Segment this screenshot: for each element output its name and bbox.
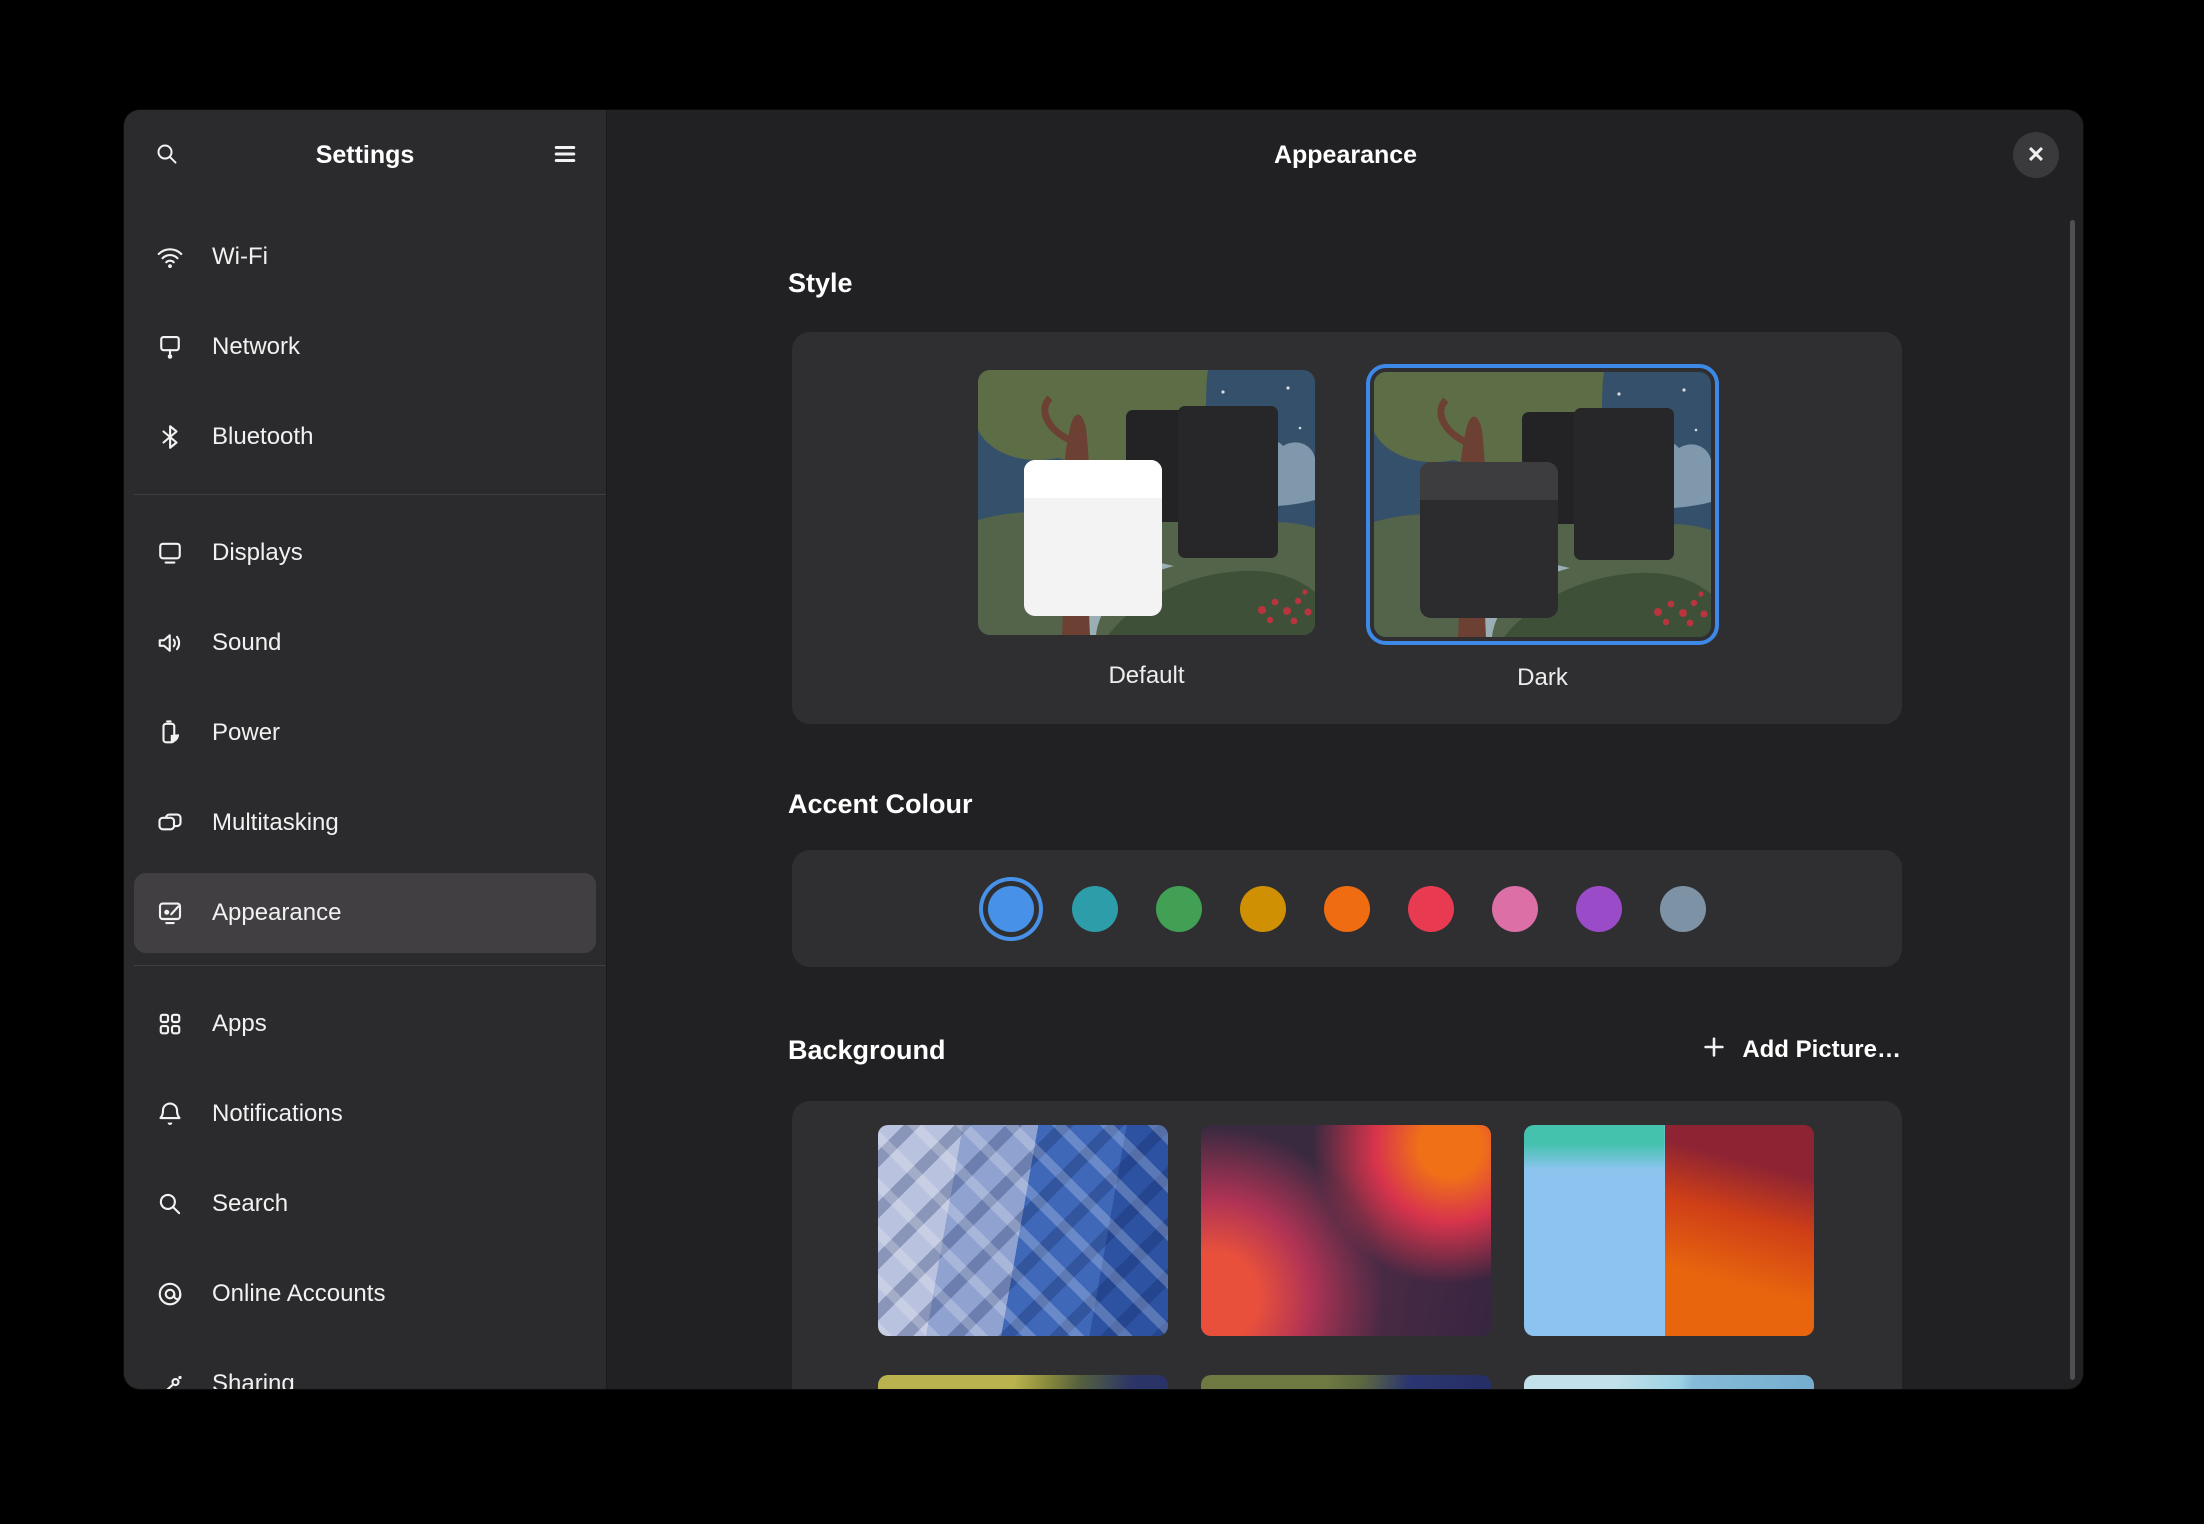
multitasking-icon — [154, 807, 186, 839]
add-picture-button[interactable]: Add Picture… — [1700, 1027, 1901, 1073]
sidebar-item-label: Apps — [212, 1010, 267, 1038]
sound-icon — [154, 627, 186, 659]
accent-color-slate[interactable] — [1660, 886, 1706, 932]
main-panel: Appearance ✕ Style Default Dark Accent Co… — [608, 110, 2083, 1389]
sidebar-item-label: Wi-Fi — [212, 243, 268, 271]
sidebar-item-online-accounts[interactable]: Online Accounts — [134, 1249, 596, 1339]
bluetooth-icon — [154, 421, 186, 453]
style-preview-dark — [1374, 372, 1711, 637]
search-icon — [154, 1188, 186, 1220]
accent-color-purple[interactable] — [1576, 886, 1622, 932]
page-title: Appearance — [608, 110, 2083, 200]
sidebar-item-sound[interactable]: Sound — [134, 598, 596, 688]
hamburger-menu-icon — [551, 140, 579, 171]
background-card — [792, 1101, 1902, 1389]
sidebar-item-label: Power — [212, 719, 280, 747]
sidebar-item-notifications[interactable]: Notifications — [134, 1069, 596, 1159]
sidebar-item-label: Displays — [212, 539, 303, 567]
accent-color-pink[interactable] — [1492, 886, 1538, 932]
appearance-icon — [154, 897, 186, 929]
power-icon — [154, 717, 186, 749]
wallpaper-row-2 — [878, 1375, 1814, 1389]
sidebar-item-label: Sharing — [212, 1370, 295, 1389]
sidebar-separator — [134, 965, 606, 966]
wallpaper-night-sparks[interactable] — [1201, 1375, 1491, 1389]
sidebar-item-label: Sound — [212, 629, 281, 657]
wifi-icon — [154, 241, 186, 273]
apps-icon — [154, 1008, 186, 1040]
notifications-icon — [154, 1098, 186, 1130]
accent-color-green[interactable] — [1156, 886, 1202, 932]
plus-icon — [1700, 1033, 1728, 1068]
sidebar-item-label: Network — [212, 333, 300, 361]
sidebar-header: Settings — [124, 110, 606, 200]
network-icon — [154, 331, 186, 363]
wallpaper-row-1 — [878, 1125, 1814, 1336]
add-picture-label: Add Picture… — [1742, 1036, 1901, 1064]
sidebar-item-appearance[interactable]: Appearance — [134, 873, 596, 953]
main-menu-button[interactable] — [542, 132, 588, 178]
style-heading: Style — [788, 267, 853, 299]
sidebar-item-sharing[interactable]: Sharing — [134, 1339, 596, 1389]
style-card: Default Dark — [792, 332, 1902, 724]
online-accounts-icon — [154, 1278, 186, 1310]
sidebar-item-label: Multitasking — [212, 809, 339, 837]
sidebar-item-power[interactable]: Power — [134, 688, 596, 778]
appearance-content: Style Default Dark Accent Colour Backgrou… — [608, 200, 2083, 1389]
accent-color-red[interactable] — [1408, 886, 1454, 932]
sidebar-item-bluetooth[interactable]: Bluetooth — [134, 392, 596, 482]
sidebar-item-label: Online Accounts — [212, 1280, 385, 1308]
style-option-dark[interactable]: Dark — [1374, 372, 1711, 693]
sidebar: Settings Wi-Fi Network Bluetooth Displays So… — [124, 110, 607, 1389]
accent-color-blue[interactable] — [988, 886, 1034, 932]
sidebar-item-multitasking[interactable]: Multitasking — [134, 778, 596, 868]
wallpaper-olive-field[interactable] — [878, 1375, 1168, 1389]
sidebar-item-search[interactable]: Search — [134, 1159, 596, 1249]
style-option-default[interactable]: Default — [978, 370, 1315, 691]
sidebar-title: Settings — [124, 110, 606, 200]
wallpaper-pills[interactable] — [1524, 1125, 1814, 1336]
style-option-label: Dark — [1374, 663, 1711, 693]
sidebar-list: Wi-Fi Network Bluetooth Displays Sound Power M… — [124, 200, 606, 1389]
sidebar-item-wifi[interactable]: Wi-Fi — [134, 212, 596, 302]
sidebar-item-label: Bluetooth — [212, 423, 313, 451]
sidebar-item-displays[interactable]: Displays — [134, 508, 596, 598]
wallpaper-lava-waves[interactable] — [1201, 1125, 1491, 1336]
settings-window: Settings Wi-Fi Network Bluetooth Displays So… — [124, 110, 2083, 1389]
accent-colour-heading: Accent Colour — [788, 788, 973, 820]
displays-icon — [154, 537, 186, 569]
scrollbar[interactable] — [2070, 220, 2075, 1380]
accent-color-teal[interactable] — [1072, 886, 1118, 932]
sidebar-item-label: Notifications — [212, 1100, 343, 1128]
style-option-label: Default — [978, 661, 1315, 691]
sidebar-item-network[interactable]: Network — [134, 302, 596, 392]
accent-colour-card — [792, 850, 1902, 967]
close-button[interactable]: ✕ — [2013, 132, 2059, 178]
sidebar-separator — [134, 494, 606, 495]
sidebar-item-apps[interactable]: Apps — [134, 979, 596, 1069]
sharing-icon — [154, 1368, 186, 1389]
wallpaper-blue-soft[interactable] — [1524, 1375, 1814, 1389]
accent-color-yellow[interactable] — [1240, 886, 1286, 932]
wallpaper-blue-mosaic[interactable] — [878, 1125, 1168, 1336]
background-heading: Background — [788, 1034, 946, 1066]
accent-color-orange[interactable] — [1324, 886, 1370, 932]
style-preview-default — [978, 370, 1315, 635]
sidebar-item-label: Appearance — [212, 899, 341, 927]
sidebar-item-label: Search — [212, 1190, 288, 1218]
screen: Settings Wi-Fi Network Bluetooth Displays So… — [0, 0, 2204, 1524]
